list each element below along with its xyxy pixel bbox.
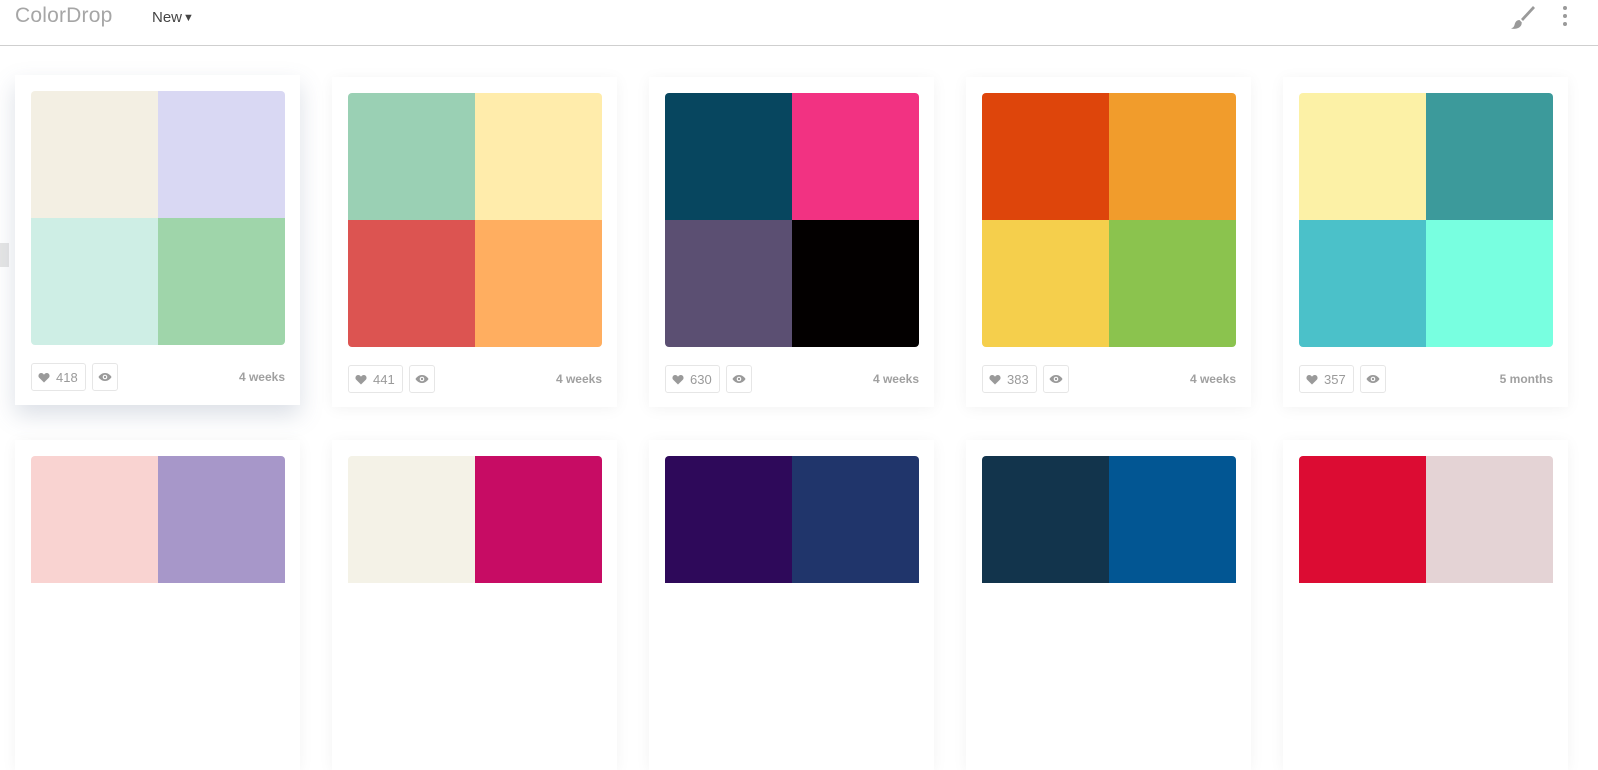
color-swatch[interactable] — [1426, 93, 1553, 220]
color-swatch[interactable] — [1299, 456, 1426, 583]
color-swatch[interactable] — [1299, 93, 1426, 220]
eye-icon — [732, 375, 746, 383]
palette-age: 4 weeks — [872, 372, 919, 386]
palette-swatches[interactable] — [31, 456, 285, 710]
color-swatch[interactable] — [1109, 93, 1236, 220]
view-button[interactable] — [1360, 365, 1386, 393]
view-button[interactable] — [726, 365, 752, 393]
color-swatch[interactable] — [665, 93, 792, 220]
side-drawer-handle[interactable] — [0, 243, 9, 267]
palette-swatches[interactable] — [348, 93, 602, 347]
color-swatch[interactable] — [348, 456, 475, 583]
heart-icon — [1306, 374, 1318, 384]
palette-age: 4 weeks — [555, 372, 602, 386]
like-count: 418 — [56, 369, 78, 385]
color-swatch[interactable] — [982, 93, 1109, 220]
color-swatch[interactable] — [1426, 456, 1553, 583]
palette-card[interactable] — [966, 440, 1251, 770]
palette-age: 5 months — [1499, 372, 1553, 386]
color-swatch[interactable] — [348, 93, 475, 220]
palette-card[interactable]: 418 4 weeks — [15, 75, 300, 405]
color-swatch[interactable] — [792, 93, 919, 220]
color-swatch[interactable] — [982, 456, 1109, 583]
like-button[interactable]: 630 — [665, 365, 720, 393]
palette-card[interactable] — [332, 440, 617, 770]
like-button[interactable]: 357 — [1299, 365, 1354, 393]
palette-card[interactable] — [15, 440, 300, 770]
eye-icon — [415, 375, 429, 383]
view-button[interactable] — [1043, 365, 1069, 393]
color-swatch[interactable] — [665, 220, 792, 347]
sort-label: New — [152, 9, 183, 26]
palette-age: 4 weeks — [238, 370, 285, 384]
palette-swatches[interactable] — [1299, 456, 1553, 710]
color-swatch[interactable] — [665, 456, 792, 583]
like-count: 630 — [690, 371, 712, 387]
more-vertical-icon[interactable] — [1561, 6, 1571, 30]
view-button[interactable] — [409, 365, 435, 393]
color-swatch[interactable] — [1299, 220, 1426, 347]
color-swatch[interactable] — [1109, 456, 1236, 583]
heart-icon — [672, 374, 684, 384]
palette-card[interactable]: 441 4 weeks — [332, 77, 617, 407]
like-button[interactable]: 418 — [31, 363, 86, 391]
like-button[interactable]: 441 — [348, 365, 403, 393]
palette-swatches[interactable] — [982, 93, 1236, 347]
like-button[interactable]: 383 — [982, 365, 1037, 393]
color-swatch[interactable] — [475, 456, 602, 583]
palette-card[interactable]: 630 4 weeks — [649, 77, 934, 407]
heart-icon — [38, 372, 50, 382]
color-swatch[interactable] — [1109, 220, 1236, 347]
color-swatch[interactable] — [792, 456, 919, 583]
color-swatch[interactable] — [792, 220, 919, 347]
heart-icon — [355, 374, 367, 384]
palette-card[interactable]: 383 4 weeks — [966, 77, 1251, 407]
like-count: 383 — [1007, 371, 1029, 387]
palette-swatches[interactable] — [31, 91, 285, 345]
eye-icon — [1366, 375, 1380, 383]
palette-age: 4 weeks — [1189, 372, 1236, 386]
like-count: 357 — [1324, 371, 1346, 387]
eye-icon — [98, 373, 112, 381]
view-button[interactable] — [92, 363, 118, 391]
palette-swatches[interactable] — [665, 93, 919, 347]
palette-swatches[interactable] — [665, 456, 919, 710]
eye-icon — [1049, 375, 1063, 383]
color-swatch[interactable] — [1426, 220, 1553, 347]
palette-card[interactable]: 357 5 months — [1283, 77, 1568, 407]
heart-icon — [989, 374, 1001, 384]
palette-card[interactable] — [649, 440, 934, 770]
color-swatch[interactable] — [475, 93, 602, 220]
color-swatch[interactable] — [31, 456, 158, 583]
like-count: 441 — [373, 371, 395, 387]
palette-card[interactable] — [1283, 440, 1568, 770]
color-swatch[interactable] — [31, 218, 158, 345]
palette-swatches[interactable] — [348, 456, 602, 710]
top-navigation-bar: ColorDrop New▼ — [0, 0, 1598, 46]
palette-swatches[interactable] — [1299, 93, 1553, 347]
color-swatch[interactable] — [982, 220, 1109, 347]
color-swatch[interactable] — [348, 220, 475, 347]
color-swatch[interactable] — [475, 220, 602, 347]
app-logo[interactable]: ColorDrop — [15, 4, 113, 28]
color-swatch[interactable] — [158, 456, 285, 583]
palette-swatches[interactable] — [982, 456, 1236, 710]
chevron-down-icon: ▼ — [183, 12, 194, 24]
sort-dropdown[interactable]: New▼ — [152, 9, 194, 26]
color-swatch[interactable] — [158, 91, 285, 218]
color-swatch[interactable] — [158, 218, 285, 345]
color-swatch[interactable] — [31, 91, 158, 218]
paint-brush-icon[interactable] — [1508, 3, 1536, 31]
